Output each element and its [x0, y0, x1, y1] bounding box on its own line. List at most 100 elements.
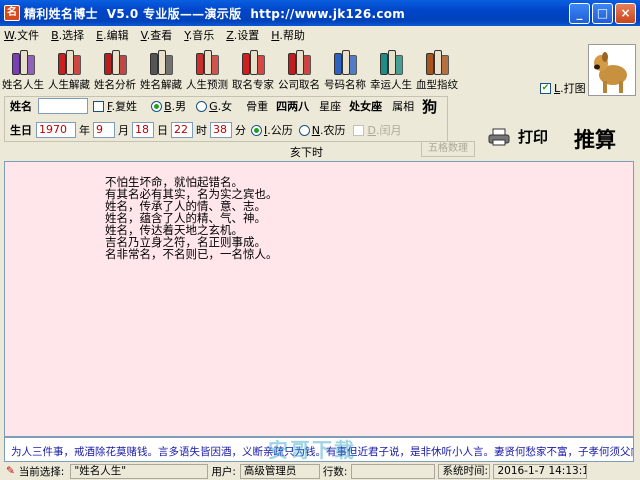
toolbar-button-3[interactable]: 姓名解藏	[138, 44, 184, 92]
toolbar-label: 姓名人生	[2, 79, 44, 91]
print-image-label: 打图	[563, 82, 586, 95]
month-unit: 月	[118, 124, 129, 137]
menu-item-4[interactable]: Y.音乐	[184, 27, 214, 43]
male-radio[interactable]	[151, 100, 163, 112]
lunar-calendar-label: 农历	[323, 124, 346, 137]
menu-item-5[interactable]: Z.设置	[226, 27, 259, 43]
constellation-label: 星座	[319, 100, 342, 113]
window-controls: _ □ ×	[569, 3, 636, 24]
toolbar-label: 取名专家	[232, 79, 274, 91]
compound-surname-checkbox[interactable]	[93, 100, 104, 112]
male-label: 男	[175, 100, 187, 113]
compound-surname-key: F.	[107, 99, 116, 113]
watermark-logo: 安哥下载	[268, 438, 356, 462]
female-key: G.	[209, 99, 222, 113]
lunar-calendar-radio[interactable]	[298, 124, 310, 136]
brown-book-icon	[424, 49, 450, 75]
print-label: 打印	[518, 128, 549, 146]
book-red-icon	[286, 49, 312, 75]
toolbar: 姓名人生 人生解藏 姓名分析 姓名解藏 人生预测 取名专家 公司取名 号码名称 幸运人生 血型指纹	[0, 44, 580, 92]
toolbar-button-8[interactable]: 幸运人生	[368, 44, 414, 92]
female-radio[interactable]	[196, 100, 208, 112]
menu-bar: W.文件 B.选择 E.编辑 V.查看 Y.音乐 Z.设置 H.帮助	[0, 26, 640, 44]
leap-month-checkbox[interactable]	[353, 124, 365, 136]
hour-unit: 时	[196, 124, 207, 137]
toolbar-button-5[interactable]: 取名专家	[230, 44, 276, 92]
toolbar-button-7[interactable]: 号码名称	[322, 44, 368, 92]
color-books-icon	[194, 49, 220, 75]
five-grid-button[interactable]: 五格数理	[421, 141, 475, 157]
solar-calendar-key: I.	[264, 123, 271, 137]
intro-verse: 不怕生坏命，就怕起错名。 有其名必有其实，名为实之宾也。 姓名，传承了人的情、意、志…	[105, 176, 278, 260]
close-button[interactable]: ×	[615, 3, 636, 24]
current-selection-value: "姓名人生"	[70, 463, 209, 479]
year-input[interactable]: 1970	[36, 122, 76, 138]
name-row: 姓名 F. 复姓 B. 男 G. 女 骨重 四两八 星座 处女座 属相 狗	[10, 96, 437, 116]
red-books-icon	[240, 49, 266, 75]
toolbar-label: 幸运人生	[370, 79, 412, 91]
toolbar-label: 血型指纹	[416, 79, 458, 91]
system-time-value: 2016-1-7 14:13:16	[493, 463, 588, 479]
name-label: 姓名	[10, 100, 32, 113]
pencil-icon: ✎	[6, 465, 15, 477]
hour-input[interactable]: 22	[171, 122, 193, 138]
system-time-label: 系统时间:	[438, 463, 491, 479]
leap-month-key: D.	[367, 123, 380, 137]
result-text-area[interactable]: 不怕生坏命，就怕起错名。 有其名必有其实，名为实之宾也。 姓名，传承了人的情、意、志…	[4, 161, 634, 437]
lunar-calendar-key: N.	[311, 123, 324, 137]
books-icon	[10, 49, 36, 75]
menu-item-1[interactable]: B.选择	[51, 27, 84, 43]
toolbar-button-9[interactable]: 血型指纹	[414, 44, 460, 92]
zodiac-label: 属相	[392, 100, 415, 113]
chinese-hour-label: 亥下时	[290, 146, 323, 159]
menu-item-0[interactable]: W.文件	[4, 27, 39, 43]
calculate-button[interactable]: 推算	[574, 124, 616, 154]
month-input[interactable]: 9	[93, 122, 115, 138]
title-bar: 名 精利姓名博士 V5.0 专业版——演示版 http://www.jk126.…	[0, 0, 640, 26]
toolbar-label: 人生解藏	[48, 79, 90, 91]
current-selection-label: 当前选择:	[18, 465, 65, 478]
day-input[interactable]: 18	[132, 122, 154, 138]
toolbar-button-1[interactable]: 人生解藏	[46, 44, 92, 92]
toolbar-button-0[interactable]: 姓名人生	[0, 44, 46, 92]
bone-weight-label: 骨重	[246, 100, 269, 113]
constellation-value: 处女座	[349, 100, 383, 113]
user-label: 用户:	[211, 465, 236, 478]
line-count-label: 行数:	[322, 465, 348, 478]
toolbar-button-6[interactable]: 公司取名	[276, 44, 322, 92]
name-input[interactable]	[38, 98, 88, 114]
solar-calendar-radio[interactable]	[251, 124, 262, 136]
zodiac-value: 狗	[422, 97, 438, 116]
bone-weight-value: 四两八	[276, 100, 310, 113]
female-label: 女	[221, 100, 233, 113]
print-button[interactable]: 打印	[488, 126, 548, 147]
leap-month-label: 闰月	[379, 124, 402, 137]
status-bar: ✎ 当前选择: "姓名人生" 用户: 高级管理员 行数: 系统时间: 2016-…	[0, 462, 640, 480]
printer-icon	[488, 128, 510, 145]
print-image-option[interactable]: ✔ L. 打图	[540, 80, 586, 96]
teal-book-icon	[378, 49, 404, 75]
line-count-value	[351, 463, 436, 479]
maximize-button[interactable]: □	[592, 3, 613, 24]
print-image-checkbox[interactable]: ✔	[540, 82, 551, 94]
minimize-button[interactable]: _	[569, 3, 590, 24]
menu-item-6[interactable]: H.帮助	[271, 27, 305, 43]
app-icon[interactable]: 名	[4, 5, 20, 21]
toolbar-button-4[interactable]: 人生预测	[184, 44, 230, 92]
solar-calendar-label: 公历	[270, 124, 293, 137]
birthday-row: 生日 1970 年 9 月 18 日 22 时 38 分 I. 公历 N. 农历…	[10, 120, 401, 140]
menu-item-2[interactable]: E.编辑	[96, 27, 128, 43]
red-book-icon	[56, 49, 82, 75]
minute-unit: 分	[235, 124, 246, 137]
open-book-icon	[102, 49, 128, 75]
compound-surname-label: 复姓	[115, 100, 138, 113]
day-unit: 日	[157, 124, 168, 137]
toolbar-button-2[interactable]: 姓名分析	[92, 44, 138, 92]
toolbar-label: 姓名解藏	[140, 79, 182, 91]
toolbar-label: 号码名称	[324, 79, 366, 91]
menu-item-3[interactable]: V.查看	[141, 27, 173, 43]
blue-books-icon	[332, 49, 358, 75]
toolbar-label: 人生预测	[186, 79, 228, 91]
minute-input[interactable]: 38	[210, 122, 232, 138]
toolbar-label: 公司取名	[278, 79, 320, 91]
